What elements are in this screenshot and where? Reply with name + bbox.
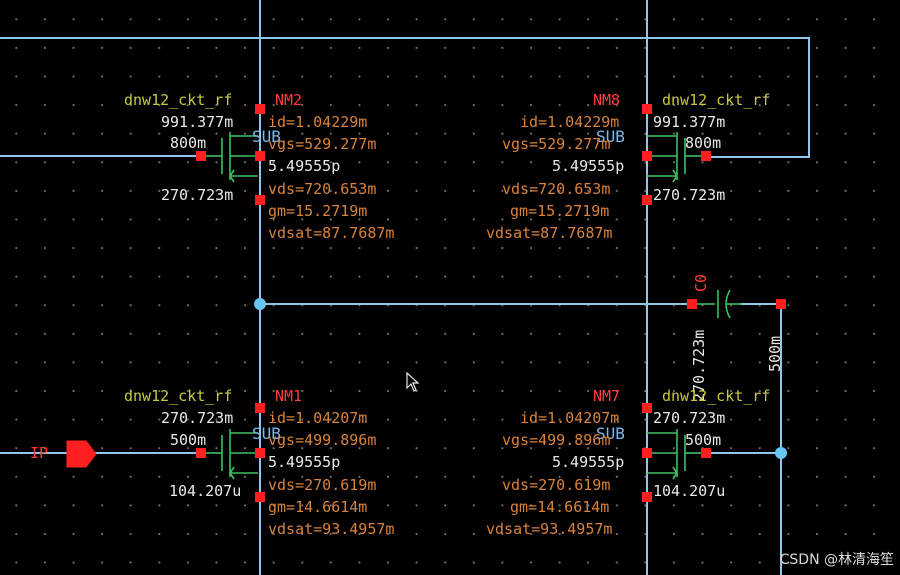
nm7-drain-pin[interactable] <box>642 403 652 413</box>
nm1-vdsat: vdsat=93.4957m <box>268 520 395 538</box>
nm7-vgs: vgs=499.896m <box>502 431 611 449</box>
nm2-gate-bottom-voltage: 270.723m <box>161 186 234 204</box>
nm7-cap: 5.49555p <box>552 453 625 471</box>
nm8-vgs: vgs=529.277m <box>502 135 611 153</box>
wire-nm8-gate[interactable] <box>706 156 810 158</box>
wire-nm7-gate[interactable] <box>706 452 782 454</box>
nm2-gate-top-voltage: 991.377m <box>161 113 234 131</box>
nm1-vds: vds=270.619m <box>268 476 377 494</box>
nm2-drain-pin[interactable] <box>255 104 265 114</box>
nm1-gate-top-voltage: 270.723m <box>161 409 234 427</box>
nm2-width: 800m <box>170 134 207 152</box>
junction-node-mid[interactable] <box>254 298 266 310</box>
nm8-gate-pin[interactable] <box>701 151 711 161</box>
nm8-vds: vds=720.653m <box>502 180 611 198</box>
wire-top-loop[interactable] <box>0 37 810 39</box>
nm1-cell-name: dnw12_ckt_rf <box>124 387 233 405</box>
nm2-source-pin[interactable] <box>255 195 265 205</box>
nm2-cell-name: dnw12_ckt_rf <box>124 91 233 109</box>
nm1-source-pin[interactable] <box>255 492 265 502</box>
wire-mid-node[interactable] <box>260 303 692 305</box>
nm1-drain-pin[interactable] <box>255 403 265 413</box>
nm2-cap: 5.49555p <box>268 157 341 175</box>
mouse-pointer-icon <box>406 371 420 392</box>
nm1-cap: 5.49555p <box>268 453 341 471</box>
junction-node-bias[interactable] <box>775 447 787 459</box>
nm1-bulk-pin[interactable] <box>255 448 265 458</box>
c0-right-pin[interactable] <box>776 299 786 309</box>
nm2-instance-name: NM2 <box>275 91 303 109</box>
nm8-gate-top-voltage: 991.377m <box>653 113 726 131</box>
nm8-bulk-pin[interactable] <box>642 151 652 161</box>
nm2-gate-pin[interactable] <box>196 151 206 161</box>
input-pin-icon[interactable] <box>66 440 98 468</box>
nm1-gate-pin[interactable] <box>196 448 206 458</box>
nm1-gm: gm=14.6614m <box>268 498 368 516</box>
nm1-instance-name: NM1 <box>275 387 303 405</box>
input-pin-label: IP <box>30 444 49 462</box>
nm8-cell-name: dnw12_ckt_rf <box>662 91 771 109</box>
nm7-bulk-pin[interactable] <box>642 448 652 458</box>
schematic-canvas[interactable]: dnw12_ckt_rf NM2 991.377m id=1.04229m SU… <box>0 0 900 575</box>
nm2-gm: gm=15.2719m <box>268 202 368 220</box>
c0-left-pin[interactable] <box>687 299 697 309</box>
nm7-gate-top-voltage: 270.723m <box>653 409 726 427</box>
nm7-width: 500m <box>685 431 722 449</box>
nm7-instance-name: NM7 <box>593 387 621 405</box>
nm1-id: id=1.04207m <box>268 409 368 427</box>
nm8-gm: gm=15.2719m <box>510 202 610 220</box>
nm8-width: 800m <box>685 134 722 152</box>
nm7-vds: vds=270.619m <box>502 476 611 494</box>
nm7-gate-pin[interactable] <box>701 448 711 458</box>
nm8-instance-name: NM8 <box>593 91 621 109</box>
nm7-gate-bottom-voltage: 104.207u <box>653 482 726 500</box>
wire-loop-right[interactable] <box>808 37 810 158</box>
nm8-vdsat: vdsat=87.7687m <box>486 224 613 242</box>
nm8-cap: 5.49555p <box>552 157 625 175</box>
nm1-gate-bottom-voltage: 104.207u <box>169 482 242 500</box>
nm2-vds: vds=720.653m <box>268 180 377 198</box>
nm2-vgs: vgs=529.277m <box>268 135 377 153</box>
c0-instance-name: C0 <box>692 273 710 292</box>
watermark: CSDN @林清海笙 <box>779 552 894 568</box>
nm8-gate-bottom-voltage: 270.723m <box>653 186 726 204</box>
wire-nm2-gate[interactable] <box>0 155 202 157</box>
nm7-vdsat: vdsat=93.4957m <box>486 520 613 538</box>
nm8-source-pin[interactable] <box>642 195 652 205</box>
capacitor-icon[interactable] <box>697 288 741 322</box>
c0-right-voltage: 500m <box>766 335 784 372</box>
nm2-id: id=1.04229m <box>268 113 368 131</box>
nm1-vgs: vgs=499.896m <box>268 431 377 449</box>
nm2-bulk-pin[interactable] <box>255 151 265 161</box>
nm7-source-pin[interactable] <box>642 492 652 502</box>
nm7-gm: gm=14.6614m <box>510 498 610 516</box>
nm8-drain-pin[interactable] <box>642 104 652 114</box>
nm1-width: 500m <box>170 431 207 449</box>
nm7-cell-name: dnw12_ckt_rf <box>662 387 771 405</box>
nm2-vdsat: vdsat=87.7687m <box>268 224 395 242</box>
